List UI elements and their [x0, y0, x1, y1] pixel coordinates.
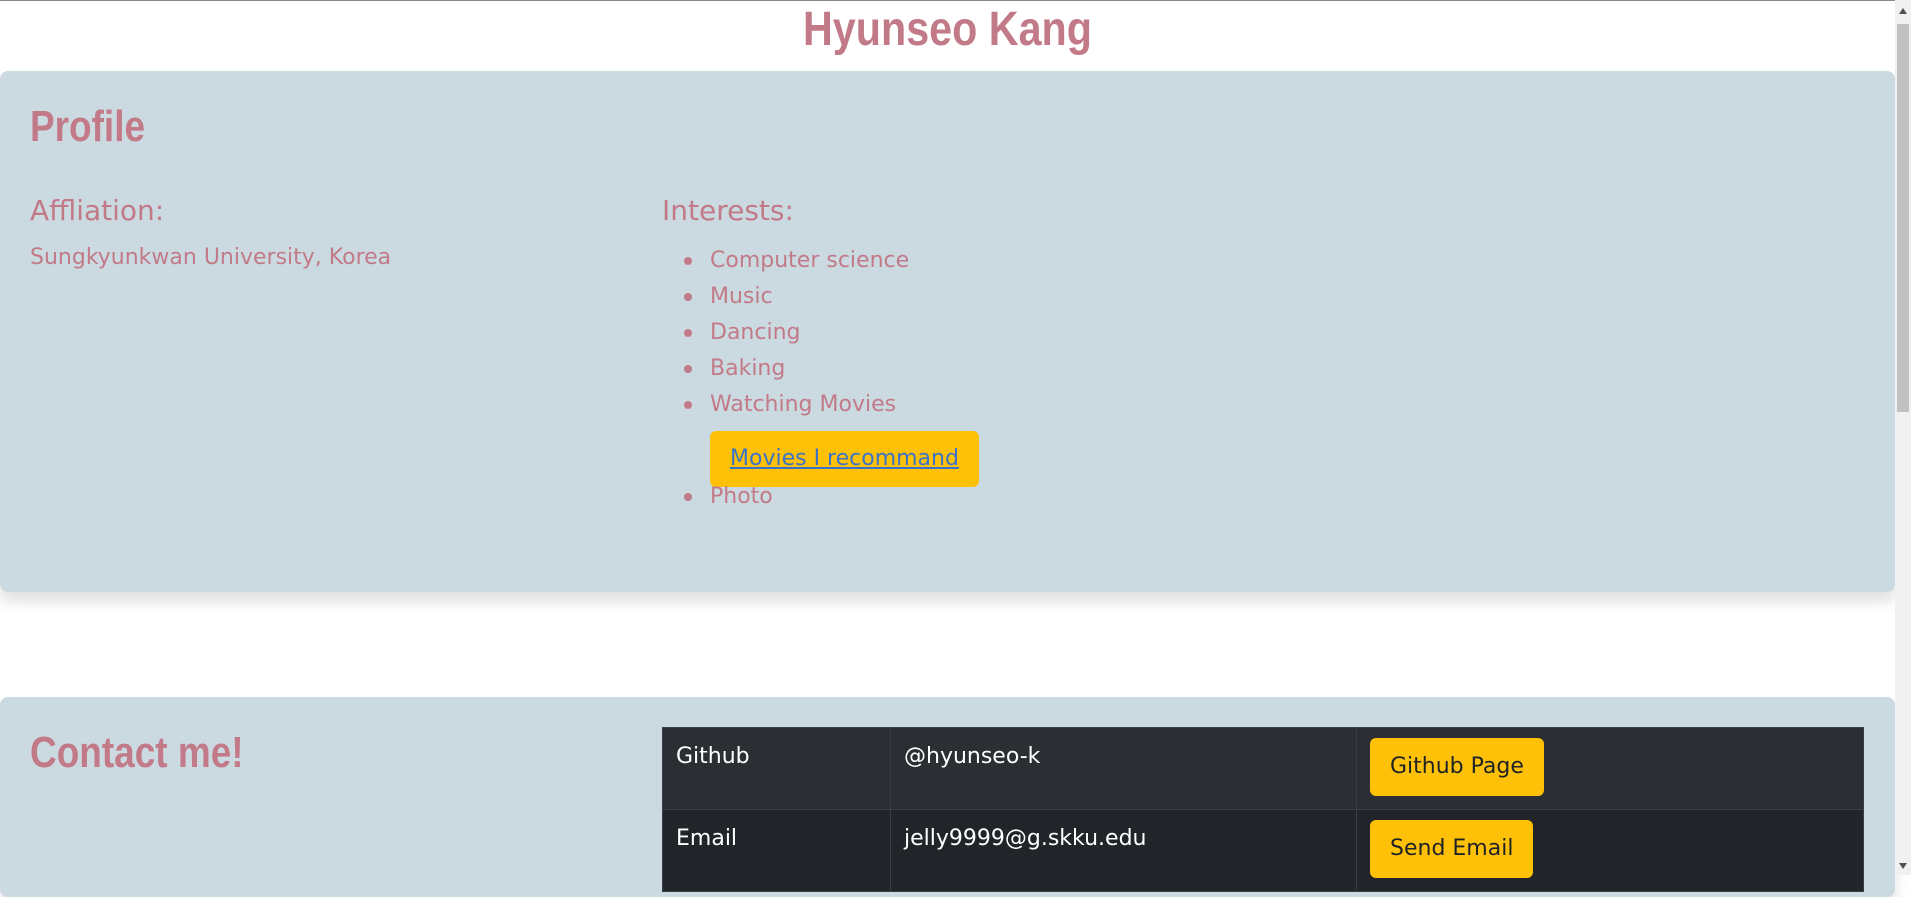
contact-value: jelly9999@g.skku.edu	[890, 809, 1357, 892]
scroll-down-arrow-icon[interactable]	[1899, 863, 1907, 869]
contact-card: Contact me! Github @hyunseo-k Github Pag…	[0, 697, 1895, 897]
interest-item: Watching Movies	[684, 391, 979, 427]
movies-button-row: Movies I recommand	[710, 427, 979, 487]
bullet-icon	[684, 257, 692, 265]
interests-label: Interests:	[662, 194, 794, 227]
affiliation-label: Affliation:	[30, 194, 165, 227]
contact-heading: Contact me!	[30, 728, 244, 777]
interests-list: Computer science Music Dancing Baking Wa…	[662, 247, 979, 519]
github-page-button[interactable]: Github Page	[1370, 738, 1544, 796]
page: Hyunseo Kang Profile Affliation: Sungkyu…	[0, 0, 1895, 897]
scroll-up-arrow-icon[interactable]	[1899, 8, 1907, 14]
scrollbar-thumb[interactable]	[1897, 24, 1909, 412]
interest-item: Dancing	[684, 319, 979, 355]
bullet-icon	[684, 293, 692, 301]
bullet-icon	[684, 365, 692, 373]
movies-button[interactable]: Movies I recommand	[710, 431, 979, 487]
interest-item: Photo	[684, 483, 979, 519]
interest-item: Computer science	[684, 247, 979, 283]
bullet-icon	[684, 401, 692, 409]
movies-link[interactable]: Movies I recommand	[730, 446, 959, 471]
send-email-button[interactable]: Send Email	[1370, 820, 1534, 878]
contact-action-cell: Github Page	[1356, 727, 1864, 810]
bullet-icon	[684, 493, 692, 501]
interest-item: Baking	[684, 355, 979, 391]
page-title: Hyunseo Kang	[802, 3, 1092, 56]
contact-label: Email	[662, 809, 891, 892]
contact-value: @hyunseo-k	[890, 727, 1357, 810]
profile-card: Profile Affliation: Sungkyunkwan Univers…	[0, 71, 1895, 592]
affiliation-value: Sungkyunkwan University, Korea	[30, 245, 392, 270]
contact-table: Github @hyunseo-k Github Page Email jell…	[662, 727, 1864, 892]
profile-heading: Profile	[30, 102, 146, 151]
table-row: Github @hyunseo-k Github Page	[662, 727, 1864, 810]
contact-label: Github	[662, 727, 891, 810]
contact-action-cell: Send Email	[1356, 809, 1864, 892]
table-row: Email jelly9999@g.skku.edu Send Email	[662, 809, 1864, 892]
interest-item: Music	[684, 283, 979, 319]
vertical-scrollbar[interactable]	[1895, 0, 1911, 875]
bullet-icon	[684, 329, 692, 337]
